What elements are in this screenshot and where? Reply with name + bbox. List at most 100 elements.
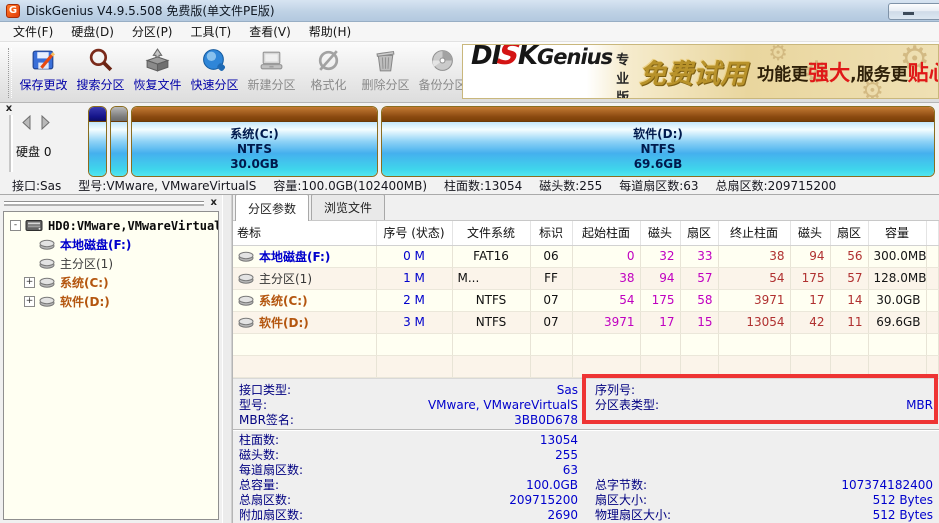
quick-partition-button[interactable]: 快速分区 bbox=[186, 45, 243, 93]
detail-label: 型号: bbox=[233, 398, 267, 413]
cell-filesystem: NTFS bbox=[452, 289, 530, 311]
partition-size: 69.6GB bbox=[634, 157, 683, 172]
cell-start-sec: 33 bbox=[680, 245, 718, 267]
table-header-row: 卷标 序号 (状态) 文件系统 标识 起始柱面 磁头 扇区 终止柱面 磁头 扇区… bbox=[233, 221, 939, 245]
toolbar-grip bbox=[8, 48, 12, 98]
disk-model: 型号:VMware, VMwareVirtualS bbox=[78, 177, 256, 194]
search-partition-button[interactable]: 搜索分区 bbox=[72, 45, 129, 93]
tree-node-primary-1[interactable]: 主分区(1) bbox=[10, 254, 218, 273]
detail-label: 每道扇区数: bbox=[233, 463, 303, 478]
table-row-primary-1[interactable]: 主分区(1) 1 M M... FF 38 94 57 54 175 57 12… bbox=[233, 267, 939, 289]
prev-disk-arrow-icon[interactable] bbox=[20, 115, 33, 130]
logo-genius: Genius bbox=[537, 45, 612, 69]
partition-label: 系统(C:) bbox=[230, 127, 279, 142]
partition-bar-software-d[interactable]: 软件(D:) NTFS 69.6GB bbox=[381, 106, 935, 177]
delete-partition-icon bbox=[372, 47, 399, 74]
window-title: DiskGenius V4.9.5.508 免费版(单文件PE版) bbox=[26, 2, 275, 19]
cell-id: 07 bbox=[530, 311, 572, 333]
cell-filesystem: NTFS bbox=[452, 311, 530, 333]
partition-bar-header bbox=[89, 107, 106, 122]
detail-label: 附加扇区数: bbox=[233, 508, 303, 523]
volume-name: 主分区(1) bbox=[259, 270, 312, 287]
collapse-icon[interactable]: - bbox=[10, 220, 21, 231]
col-header-end-sec[interactable]: 扇区 bbox=[830, 221, 868, 245]
title-bar: G DiskGenius V4.9.5.508 免费版(单文件PE版) bbox=[0, 0, 939, 22]
detail-value: 100.0GB bbox=[526, 478, 578, 493]
menu-partition[interactable]: 分区(P) bbox=[123, 21, 182, 42]
cell-end-cyl: 3971 bbox=[718, 289, 790, 311]
diskgenius-logo: DISKGenius专业版 bbox=[471, 44, 629, 99]
detail-value: 512 Bytes bbox=[873, 493, 933, 508]
disk-capacity: 容量:100.0GB(102400MB) bbox=[273, 177, 427, 194]
panel-splitter[interactable] bbox=[222, 195, 232, 523]
cell-end-head: 17 bbox=[790, 289, 830, 311]
col-header-start-cyl[interactable]: 起始柱面 bbox=[572, 221, 640, 245]
detail-value: 512 Bytes bbox=[873, 508, 933, 523]
col-header-id[interactable]: 标识 bbox=[530, 221, 572, 245]
tree-panel: x - HD0:VMware,VMwareVirtualS 本地磁盘(F:) 主… bbox=[0, 195, 222, 523]
promo-banner[interactable]: ⚙ ⚙ ⚙ ⚙ DISKGenius专业版 免费试用 功能更强大,服务更贴心 bbox=[462, 44, 939, 99]
backup-partition-icon bbox=[429, 47, 456, 74]
detail-label: 扇区大小: bbox=[589, 493, 647, 508]
tab-browse-files[interactable]: 浏览文件 bbox=[311, 194, 385, 220]
col-header-end-head[interactable]: 磁头 bbox=[790, 221, 830, 245]
tree-panel-close-button[interactable]: x bbox=[211, 197, 217, 208]
recover-files-button[interactable]: 恢复文件 bbox=[129, 45, 186, 93]
detail-value: MBR bbox=[906, 398, 933, 413]
partition-bar-body: 系统(C:) NTFS 30.0GB bbox=[132, 122, 377, 176]
disk-heads: 磁头数:255 bbox=[539, 177, 602, 194]
partition-filesystem: NTFS bbox=[640, 142, 675, 157]
col-header-start-head[interactable]: 磁头 bbox=[640, 221, 680, 245]
delete-partition-button[interactable]: 删除分区 bbox=[357, 45, 414, 93]
col-header-end-cyl[interactable]: 终止柱面 bbox=[718, 221, 790, 245]
cell-seq: 0 M bbox=[376, 245, 452, 267]
detail-value: 209715200 bbox=[509, 493, 578, 508]
slogan-part: ,服务更 bbox=[850, 65, 907, 85]
menu-disk[interactable]: 硬盘(D) bbox=[62, 21, 123, 42]
expand-icon[interactable]: + bbox=[24, 277, 35, 288]
col-header-seq-status[interactable]: 序号 (状态) bbox=[376, 221, 452, 245]
cell-id: 06 bbox=[530, 245, 572, 267]
col-header-start-sec[interactable]: 扇区 bbox=[680, 221, 718, 245]
detail-label: MBR签名: bbox=[233, 413, 294, 428]
next-disk-arrow-icon[interactable] bbox=[39, 115, 52, 130]
disk-overview-panel: x 硬盘 0 系统(C:) NTFS 30.0GB 软件(D:) NTFS bbox=[0, 103, 939, 195]
disk-sectors-per-track: 每道扇区数:63 bbox=[619, 177, 698, 194]
cell-start-cyl: 54 bbox=[572, 289, 640, 311]
menu-file[interactable]: 文件(F) bbox=[4, 21, 62, 42]
table-row-local-disk-f[interactable]: 本地磁盘(F:) 0 M FAT16 06 0 32 33 38 94 56 3… bbox=[233, 245, 939, 267]
expand-icon[interactable]: + bbox=[24, 296, 35, 307]
tree-node-label: 主分区(1) bbox=[60, 255, 113, 272]
cell-end-head: 94 bbox=[790, 245, 830, 267]
tree-node-system-c[interactable]: + 系统(C:) bbox=[10, 273, 218, 292]
partition-label: 软件(D:) bbox=[633, 127, 683, 142]
tree-node-hd0[interactable]: - HD0:VMware,VMwareVirtualS bbox=[10, 216, 218, 235]
minimize-button[interactable] bbox=[888, 3, 939, 20]
panel-close-button[interactable]: x bbox=[3, 103, 15, 115]
new-partition-button[interactable]: 新建分区 bbox=[243, 45, 300, 93]
table-row-software-d[interactable]: 软件(D:) 3 M NTFS 07 3971 17 15 13054 42 1… bbox=[233, 311, 939, 333]
partition-bar-system-c[interactable]: 系统(C:) NTFS 30.0GB bbox=[131, 106, 378, 177]
col-header-filesystem[interactable]: 文件系统 bbox=[452, 221, 530, 245]
tree-panel-grip[interactable] bbox=[4, 202, 204, 206]
tree-node-software-d[interactable]: + 软件(D:) bbox=[10, 292, 218, 311]
col-header-capacity[interactable]: 容量 bbox=[868, 221, 926, 245]
menu-help[interactable]: 帮助(H) bbox=[300, 21, 360, 42]
quick-partition-icon bbox=[201, 47, 228, 74]
disk-geometry-left: 柱面数:13054 磁头数:255 每道扇区数:63 总容量:100.0GB 总… bbox=[233, 433, 578, 523]
col-header-volume[interactable]: 卷标 bbox=[233, 221, 376, 245]
table-row-system-c[interactable]: 系统(C:) 2 M NTFS 07 54 175 58 3971 17 14 … bbox=[233, 289, 939, 311]
partition-bar-body: 软件(D:) NTFS 69.6GB bbox=[382, 122, 934, 176]
panel-grip[interactable] bbox=[9, 115, 13, 172]
tree-node-local-disk-f[interactable]: 本地磁盘(F:) bbox=[10, 235, 218, 254]
menu-view[interactable]: 查看(V) bbox=[240, 21, 300, 42]
detail-value: 63 bbox=[563, 463, 578, 478]
partition-bar-local-disk-f[interactable] bbox=[88, 106, 107, 177]
format-button[interactable]: 格式化 bbox=[300, 45, 357, 93]
menu-tools[interactable]: 工具(T) bbox=[182, 21, 241, 42]
save-changes-button[interactable]: 保存更改 bbox=[15, 45, 72, 93]
tab-partition-parameters[interactable]: 分区参数 bbox=[235, 194, 309, 221]
detail-value: 3BB0D678 bbox=[514, 413, 578, 428]
partition-bar-primary-1[interactable] bbox=[110, 106, 128, 177]
detail-label: 物理扇区大小: bbox=[589, 508, 671, 523]
